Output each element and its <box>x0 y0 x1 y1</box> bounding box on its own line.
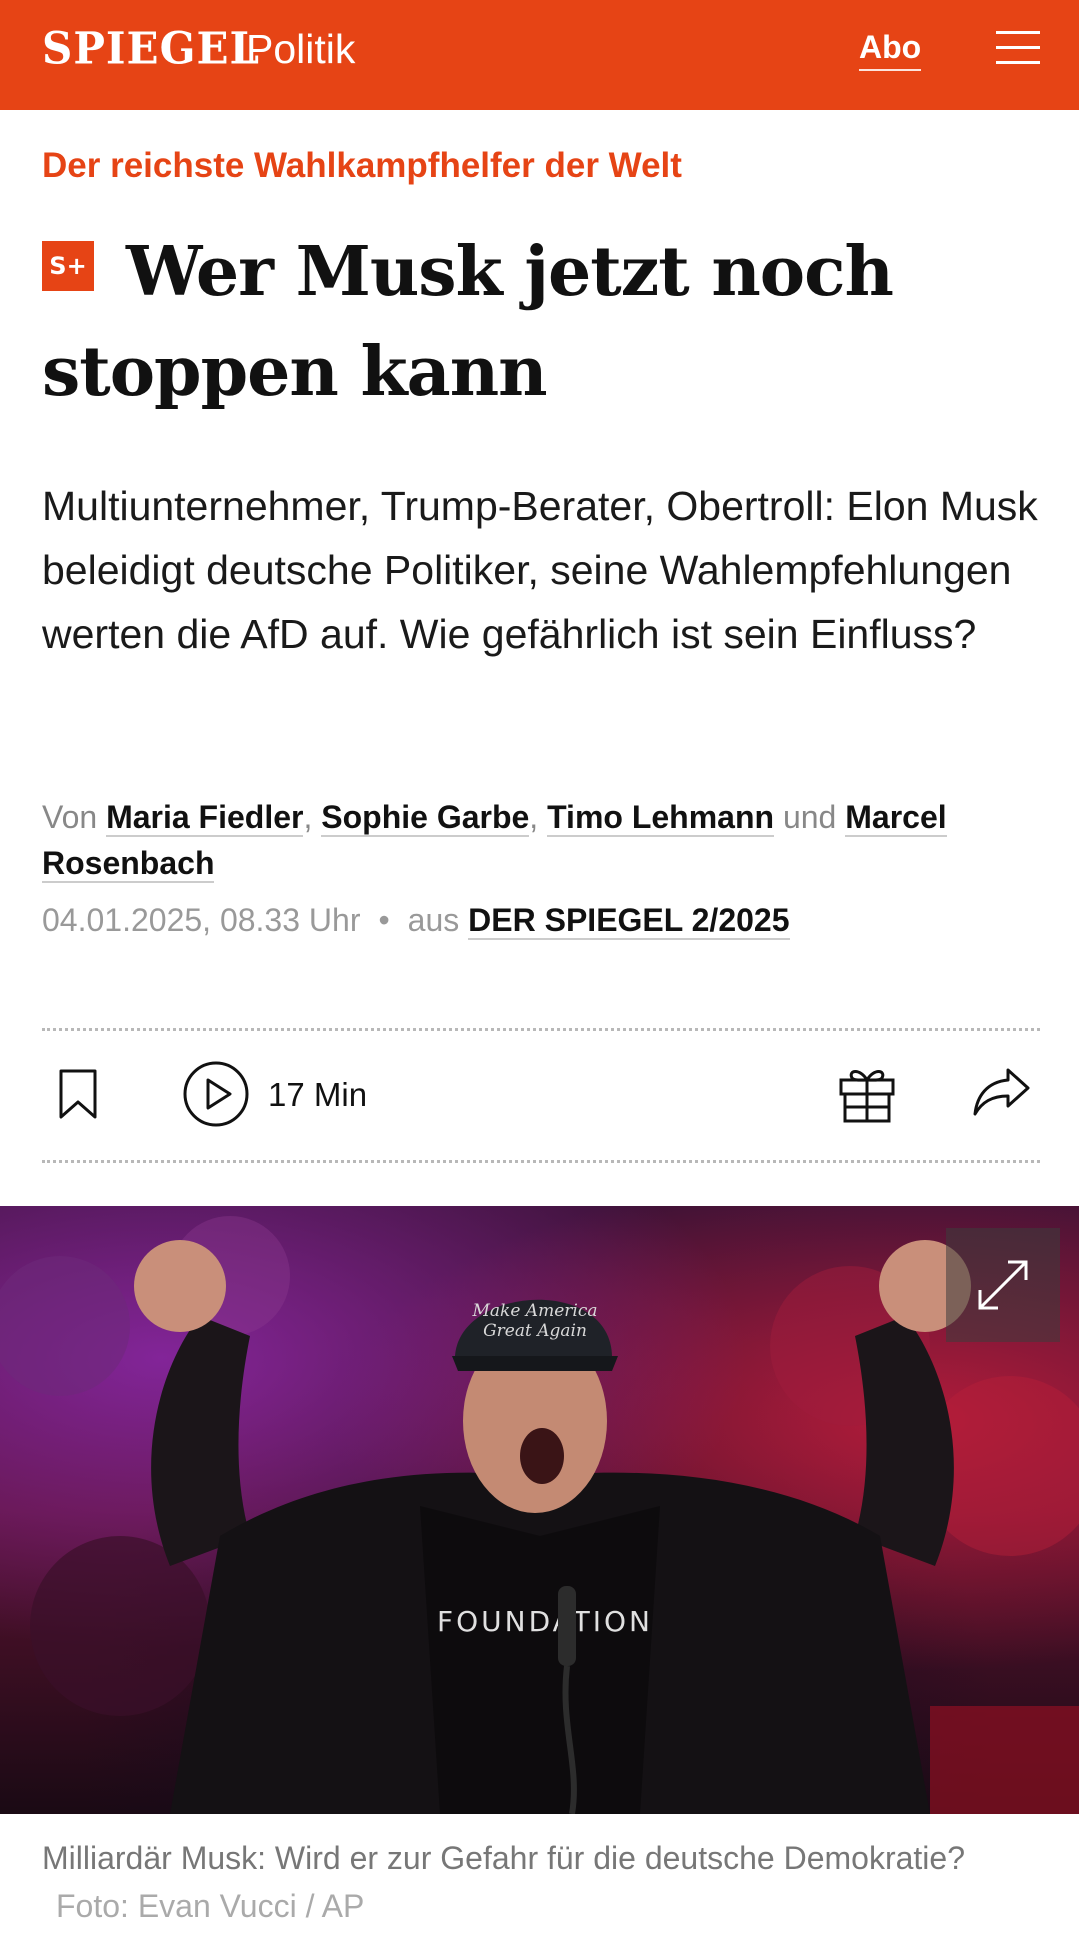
bookmark-icon[interactable] <box>58 1068 98 1120</box>
photo-credit: Foto: Evan Vucci / AP <box>56 1888 365 1924</box>
top-navigation-bar: SPIEGEL Politik Abo <box>0 0 1079 110</box>
author-link[interactable]: Sophie Garbe <box>321 799 530 837</box>
source-link[interactable]: DER SPIEGEL 2/2025 <box>468 902 790 940</box>
hamburger-menu-icon[interactable] <box>996 31 1040 65</box>
article-title: Wer Musk jetzt noch stoppen kann <box>42 222 1042 422</box>
cap-text: Great Again <box>483 1321 587 1341</box>
byline-separator: , <box>303 799 313 835</box>
publish-date: 04.01.2025, 08.33 Uhr <box>42 902 361 938</box>
byline-and: und <box>782 799 837 835</box>
spiegel-logo[interactable]: SPIEGEL <box>42 23 260 74</box>
article-title-text: Wer Musk jetzt noch stoppen kann <box>42 232 894 412</box>
section-label[interactable]: Politik <box>246 26 355 73</box>
author-link[interactable]: Maria Fiedler <box>106 799 304 837</box>
expand-image-button[interactable] <box>946 1228 1060 1342</box>
article-meta: 04.01.2025, 08.33 Uhr • aus DER SPIEGEL 2/… <box>42 902 1042 940</box>
read-duration[interactable]: 17 Min <box>268 1076 367 1114</box>
meta-bullet: • <box>378 902 390 938</box>
article-kicker: Der reichste Wahlkampfhelfer der Welt <box>42 146 682 185</box>
play-icon[interactable] <box>182 1060 250 1128</box>
divider-top <box>42 1028 1040 1031</box>
byline-prefix: Von <box>42 799 98 835</box>
divider-bottom <box>42 1160 1040 1163</box>
cap-text: Make America <box>472 1301 598 1321</box>
shirt-text: FOUNDATION <box>437 1605 653 1638</box>
abo-link[interactable]: Abo <box>859 29 922 71</box>
author-link[interactable]: Timo Lehmann <box>547 799 775 837</box>
caption-text: Milliardär Musk: Wird er zur Gefahr für … <box>42 1840 965 1876</box>
source-prefix: aus <box>407 902 460 938</box>
share-icon[interactable] <box>972 1066 1032 1118</box>
image-caption: Milliardär Musk: Wird er zur Gefahr für … <box>42 1834 1042 1930</box>
expand-icon <box>978 1260 1028 1310</box>
byline: Von Maria Fiedler, Sophie Garbe, Timo Le… <box>42 794 1042 886</box>
article-image[interactable]: Make America Great Again FOUNDATION <box>0 1206 1079 1814</box>
byline-separator: , <box>529 799 539 835</box>
musk-photo-illustration: Make America Great Again FOUNDATION <box>0 1216 1079 1814</box>
article-teaser: Multiunternehmer, Trump-Berater, Obertro… <box>42 483 1038 657</box>
gift-icon[interactable] <box>838 1064 896 1124</box>
